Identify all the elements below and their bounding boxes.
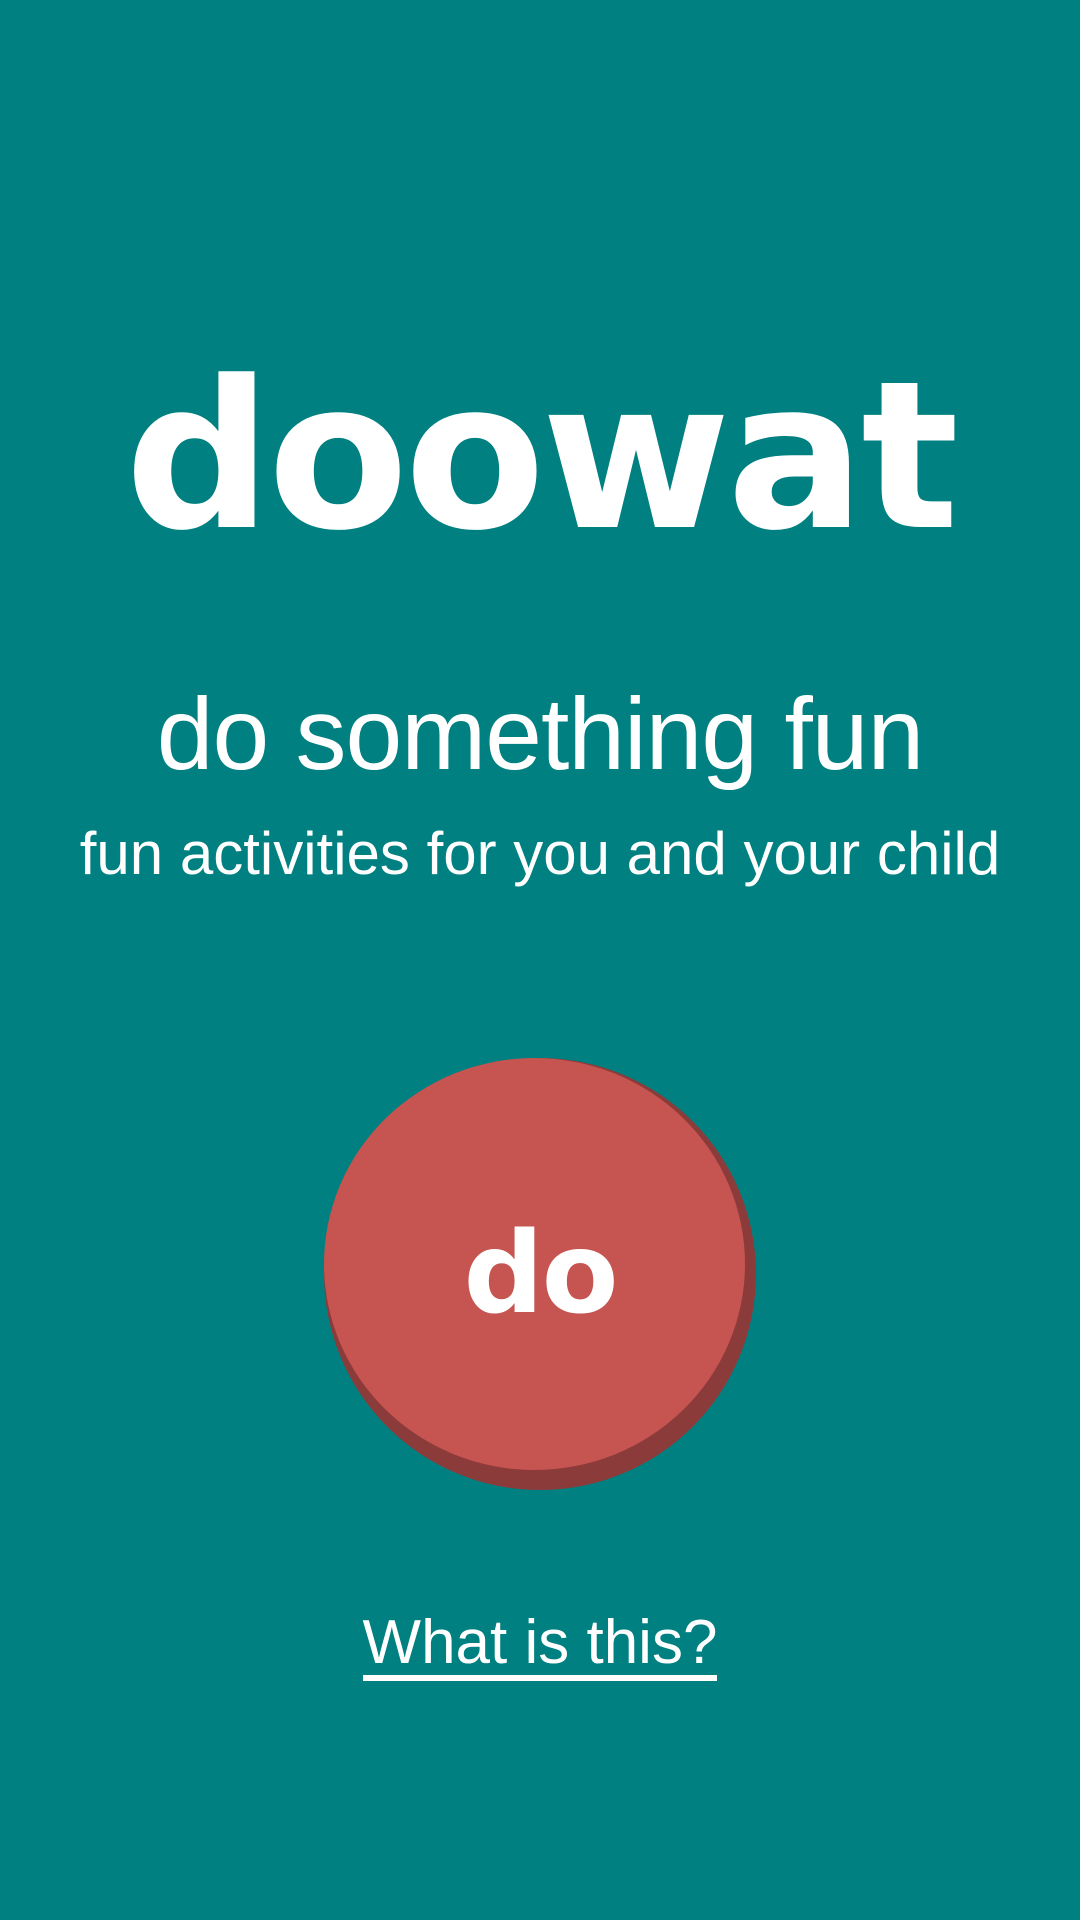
subtitle: fun activities for you and your child <box>79 820 1001 887</box>
what-is-this-link[interactable]: What is this? <box>362 1610 718 1682</box>
do-button-label: do <box>463 1209 618 1339</box>
tagline: do something fun <box>156 677 925 791</box>
app-logo: doowat <box>124 338 959 576</box>
what-is-this-link-row: What is this? <box>0 1610 1080 1682</box>
do-button[interactable]: do <box>324 1058 756 1490</box>
